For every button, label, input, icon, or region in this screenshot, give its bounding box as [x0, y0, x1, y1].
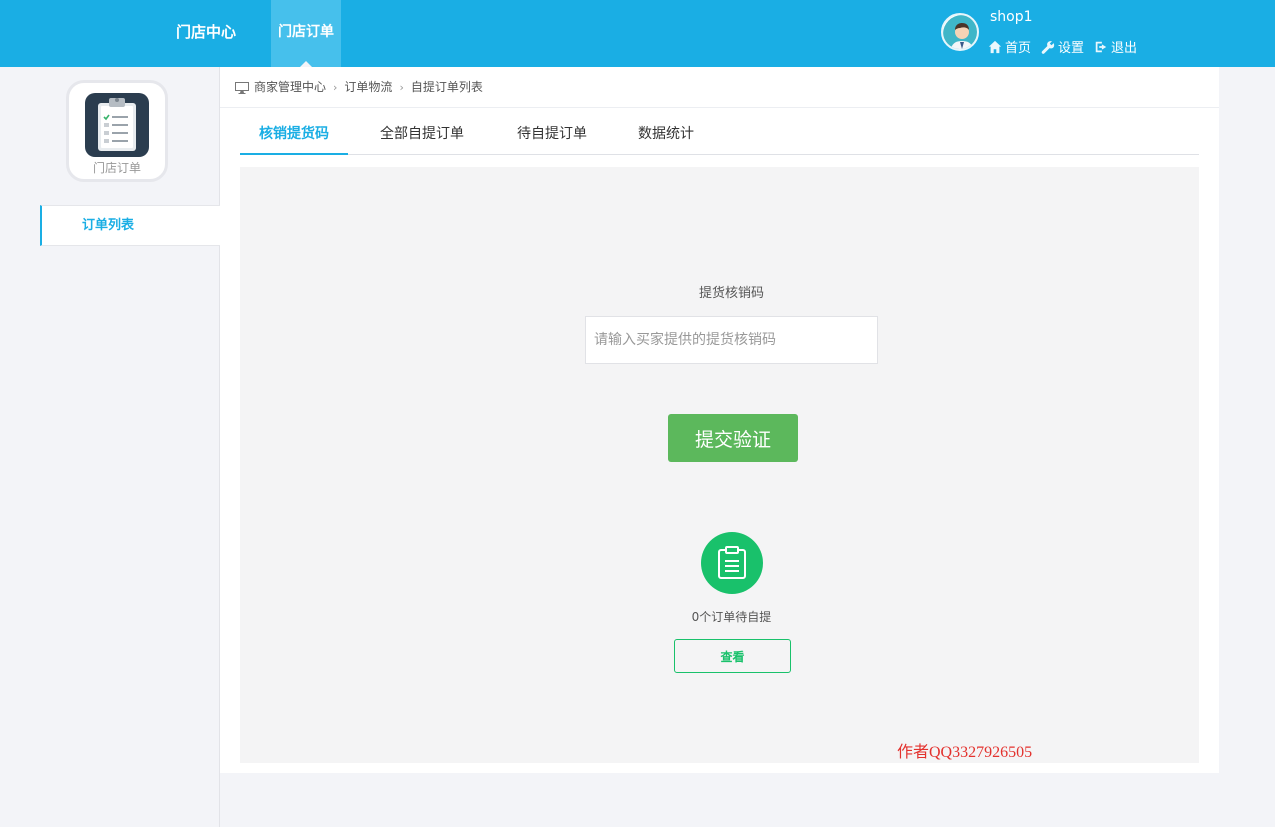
topnav-store-center[interactable]: 门店中心 [176, 0, 246, 67]
verify-code-input[interactable] [585, 316, 878, 364]
logout-link[interactable]: 退出 [1094, 37, 1137, 56]
app-tile: 门店订单 [66, 80, 168, 182]
verify-code-label: 提货核销码 [698, 286, 764, 301]
app-tile-label: 门店订单 [92, 161, 141, 175]
order-app-icon [85, 93, 149, 157]
username: shop1 [990, 9, 1033, 25]
breadcrumb-divider [220, 107, 1219, 108]
tab-all-pickup-orders[interactable]: 全部自提订单 [366, 115, 478, 155]
top-bar: 门店中心 门店订单 shop1 首页 设置 退出 [0, 0, 1275, 67]
topnav-store-orders-label: 门店订单 [278, 24, 334, 40]
author-watermark: 作者QQ3327926505 [897, 744, 1033, 761]
user-links: 首页 设置 退出 [988, 37, 1137, 56]
logout-icon [1095, 41, 1107, 52]
pending-orders-text: 0个订单待自提 [691, 610, 772, 624]
home-link-label: 首页 [1005, 41, 1032, 56]
breadcrumb-item[interactable]: 订单物流 [344, 67, 392, 108]
topnav-store-orders[interactable]: 门店订单 [271, 0, 341, 67]
sidebar: 门店订单 订单列表 [0, 67, 220, 827]
logout-link-label: 退出 [1111, 41, 1138, 56]
settings-link-label: 设置 [1058, 41, 1085, 56]
tab-pending-pickup-orders[interactable]: 待自提订单 [502, 115, 602, 155]
main-content: 商家管理中心 › 订单物流 › 自提订单列表 核销提货码 全部自提订单 待自提订… [220, 67, 1219, 773]
breadcrumb-item[interactable]: 商家管理中心 [254, 67, 326, 108]
sidebar-item-order-list[interactable]: 订单列表 [40, 205, 220, 246]
breadcrumb-item: 自提订单列表 [410, 80, 483, 94]
verify-panel: 提货核销码 提交验证 0个订单待自提 查看 作者QQ3327926505 [240, 167, 1199, 763]
chevron-right-icon: › [399, 81, 404, 94]
breadcrumb: 商家管理中心 › 订单物流 › 自提订单列表 [235, 67, 483, 108]
clipboard-icon [718, 546, 746, 579]
submit-verify-button[interactable]: 提交验证 [668, 414, 798, 462]
home-link[interactable]: 首页 [988, 37, 1031, 56]
tab-verify-code[interactable]: 核销提货码 [240, 115, 348, 155]
pending-orders-badge [701, 532, 763, 594]
tab-bar: 核销提货码 全部自提订单 待自提订单 数据统计 [240, 115, 1199, 155]
chevron-right-icon: › [333, 81, 338, 94]
clipboard-list-icon [98, 98, 136, 151]
settings-link[interactable]: 设置 [1041, 37, 1084, 56]
tab-statistics[interactable]: 数据统计 [626, 115, 706, 155]
wrench-icon [1041, 40, 1055, 54]
home-icon [988, 40, 1002, 53]
monitor-icon [235, 81, 249, 94]
view-pending-button[interactable]: 查看 [674, 639, 791, 673]
avatar[interactable] [941, 13, 979, 51]
avatar-icon [943, 15, 977, 49]
